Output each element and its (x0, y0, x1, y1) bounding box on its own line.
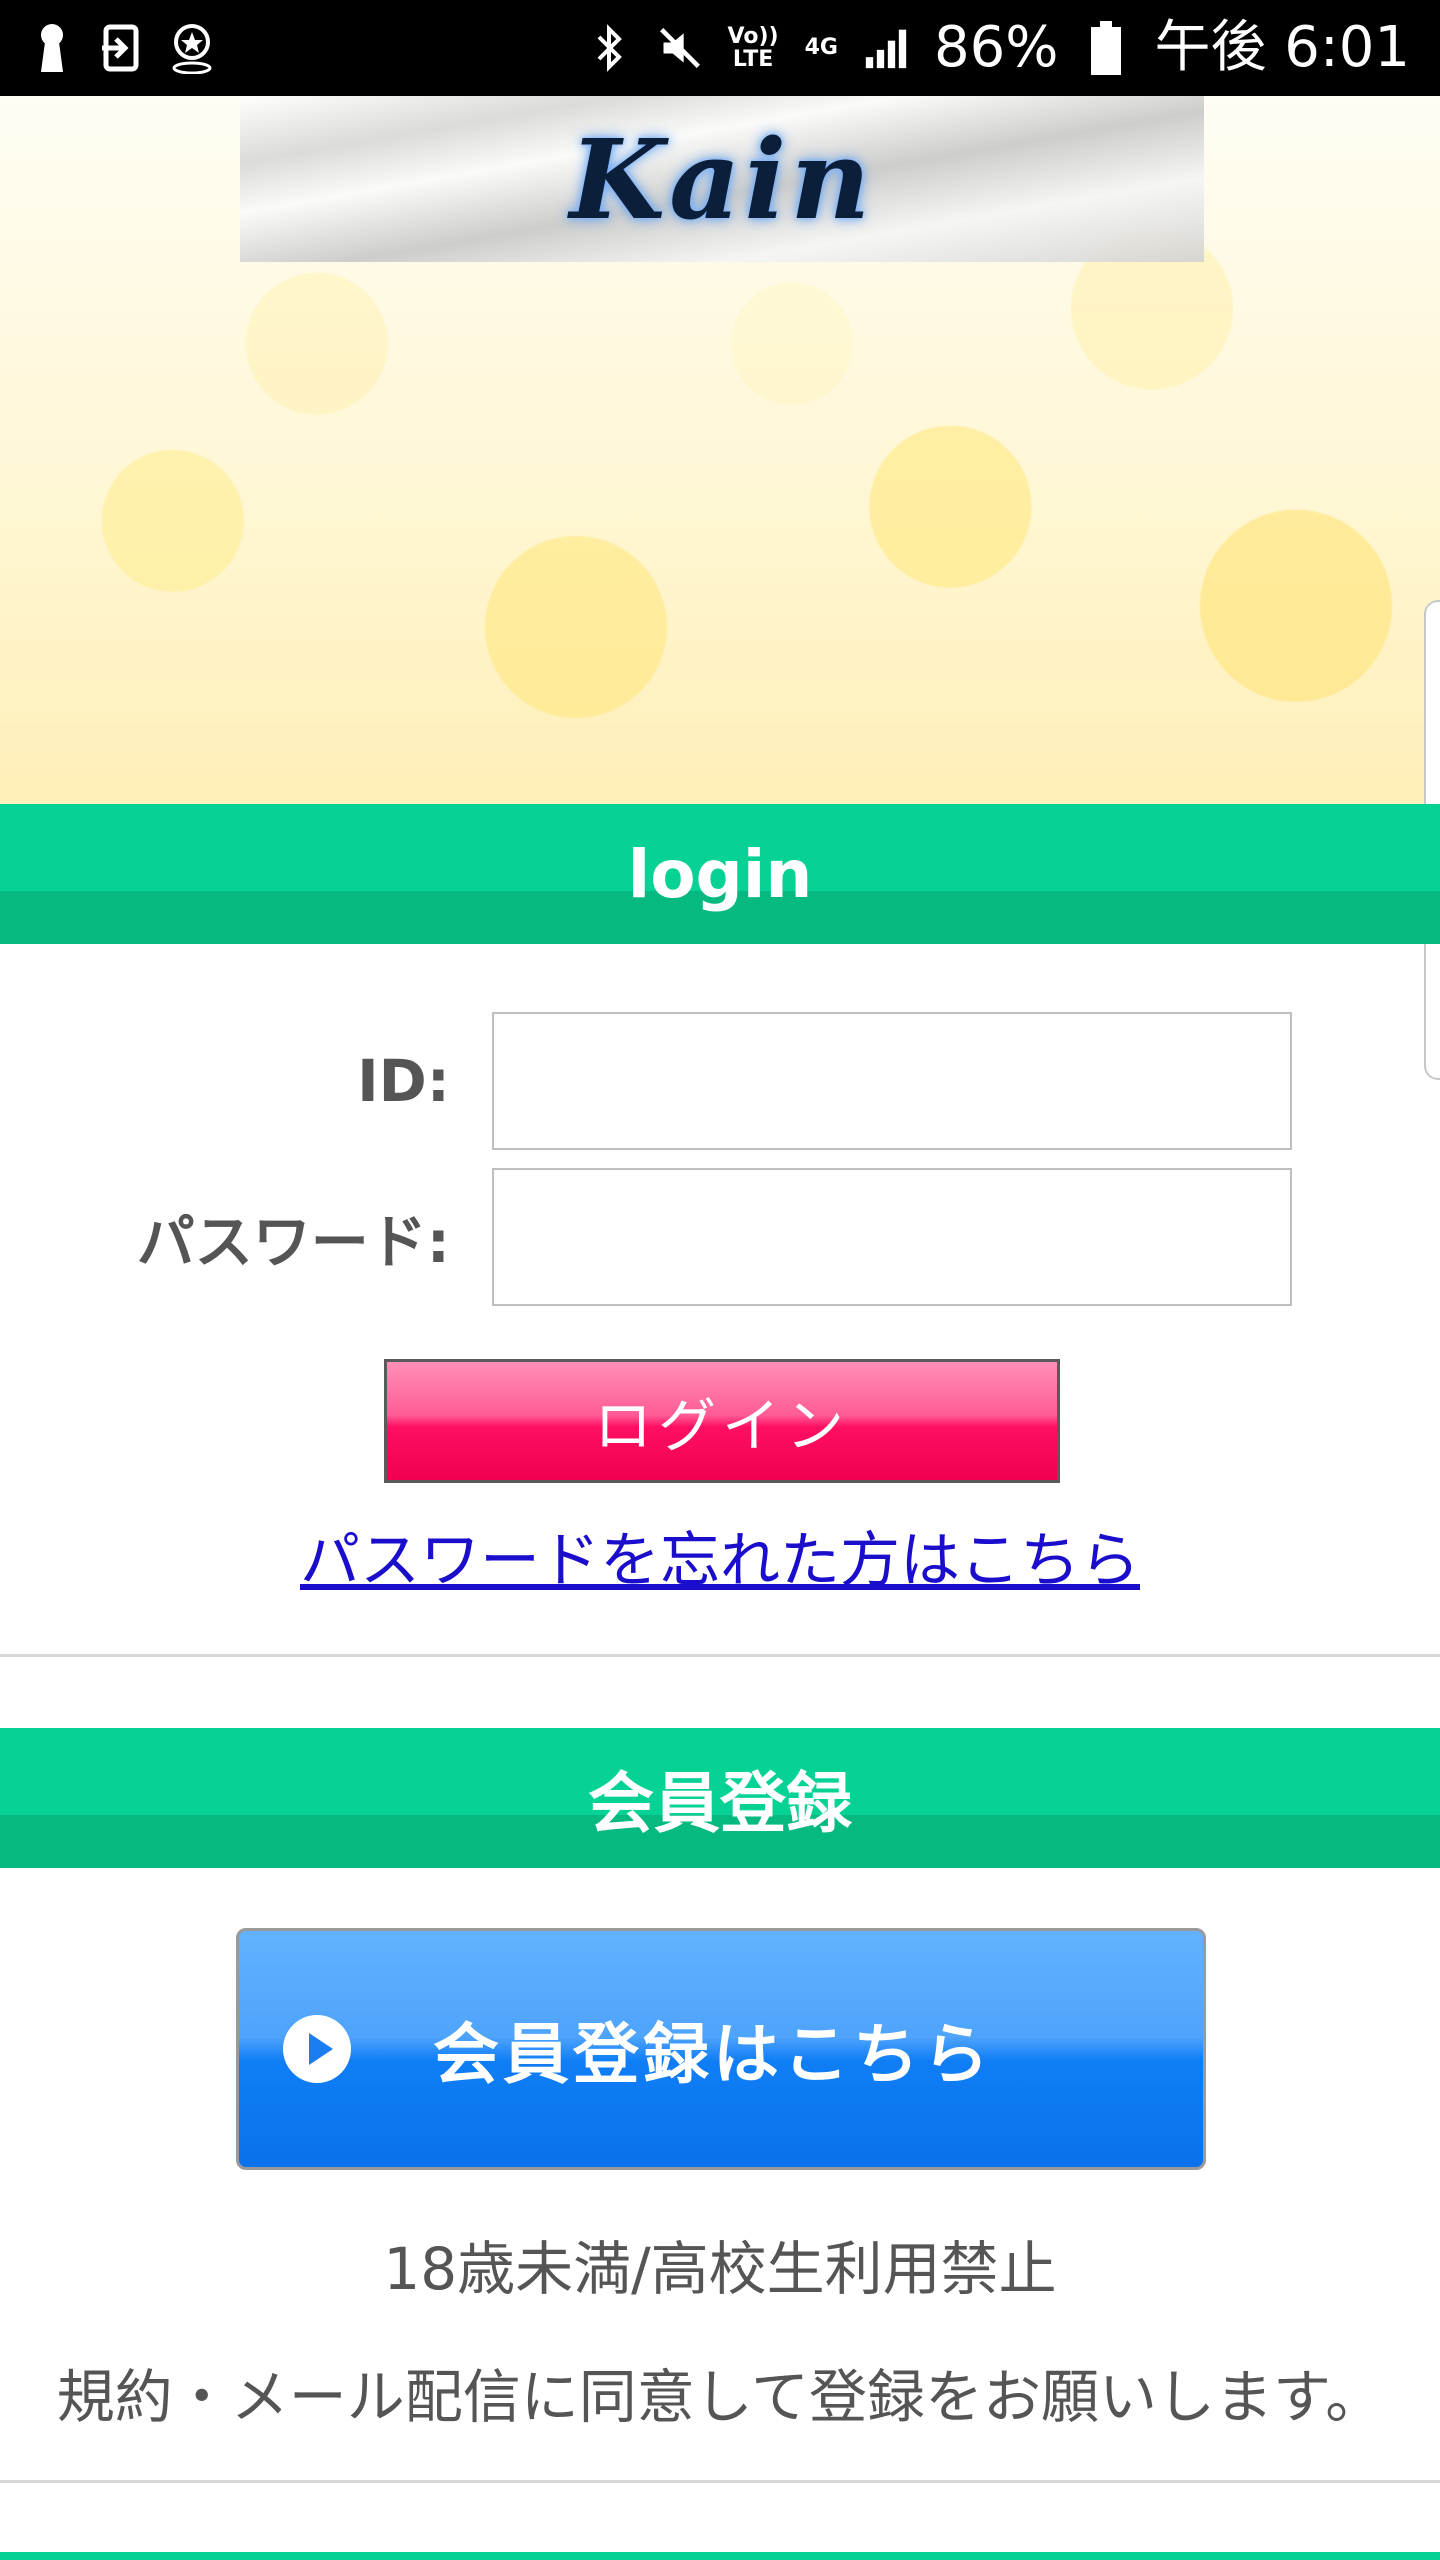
bluetooth-icon (588, 22, 632, 74)
register-section-header: 会員登録 (0, 1728, 1440, 1868)
id-label: ID: (357, 1047, 450, 1115)
register-button-label: 会員登録はこちら (433, 2016, 993, 2093)
agree-notice: 規約・メール配信に同意して登録をお願いします。 (56, 2363, 1384, 2431)
login-section-header: login (0, 804, 1440, 944)
mute-icon (658, 22, 702, 74)
forgot-password-link[interactable]: パスワードを忘れた方はこちら (0, 1512, 1440, 1596)
battery-percent: 86% (933, 15, 1059, 80)
password-input[interactable] (492, 1168, 1292, 1306)
register-button[interactable]: 会員登録はこちら (236, 1928, 1206, 2170)
password-label: パスワード: (136, 1208, 450, 1276)
location-star-icon (170, 22, 214, 74)
signal-icon (864, 22, 908, 74)
password-row: パスワード: (0, 1168, 1440, 1306)
sign-in-icon (100, 22, 144, 74)
site-logo: Kain (569, 114, 875, 244)
hero-banner: Kain (0, 96, 1440, 804)
id-row: ID: (0, 1012, 1440, 1150)
play-icon (281, 2013, 353, 2085)
status-right: Vo)) LTE 4G 86% 午後 6:01 (588, 20, 1410, 76)
status-bar: Vo)) LTE 4G 86% 午後 6:01 (0, 0, 1440, 96)
divider (0, 1654, 1440, 1657)
clock: 午後 6:01 (1154, 15, 1410, 80)
divider (0, 2480, 1440, 2483)
id-input[interactable] (492, 1012, 1292, 1150)
login-button[interactable]: ログイン (384, 1359, 1060, 1483)
battery-icon (1084, 21, 1128, 75)
network-type: 4G (804, 35, 838, 61)
age-notice: 18歳未満/高校生利用禁止 (383, 2235, 1057, 2303)
next-section-header-edge (0, 2552, 1440, 2560)
logo-banner: Kain (240, 96, 1204, 262)
volte-line1: Vo)) (727, 23, 779, 49)
volte-indicator: Vo)) LTE (728, 25, 779, 71)
volte-line2: LTE (732, 47, 774, 72)
keyhole-icon (30, 22, 74, 74)
status-left (30, 22, 214, 74)
